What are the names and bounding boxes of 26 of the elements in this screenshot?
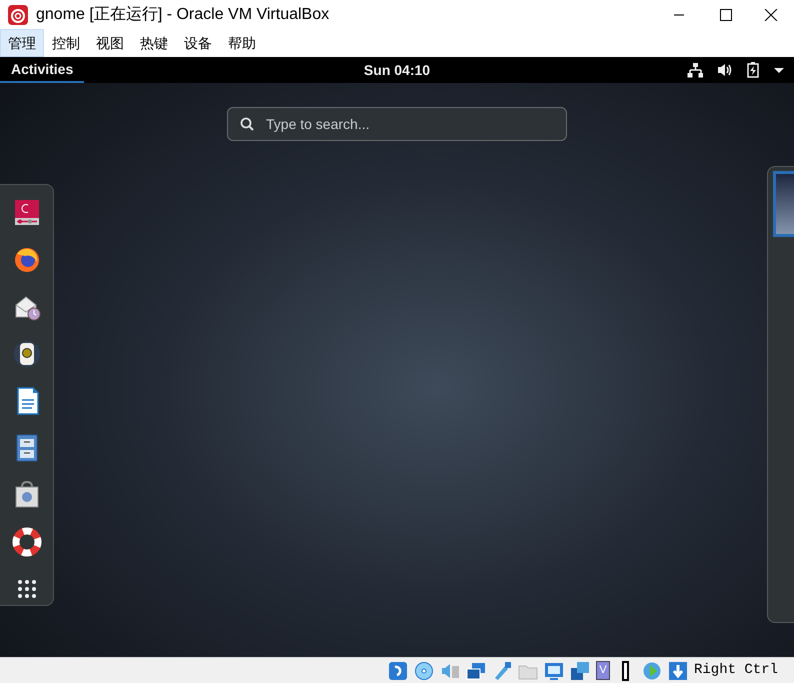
menu-item[interactable]: 帮助 [220, 29, 264, 57]
screen-capture-icon[interactable] [570, 660, 590, 680]
activities-button[interactable]: Activities [0, 57, 84, 83]
window-title: gnome [正在运行] - Oracle VM VirtualBox [36, 4, 330, 24]
menu-item[interactable]: 管理 [0, 29, 44, 57]
optical-disc-icon[interactable] [414, 660, 434, 680]
network-adapter-icon[interactable] [466, 660, 486, 680]
dropdown-caret-icon[interactable] [773, 66, 785, 74]
display-icon[interactable] [544, 660, 564, 680]
lifebuoy-launcher[interactable] [10, 525, 44, 558]
menu-item[interactable]: 设备 [176, 29, 220, 57]
maximize-icon [718, 8, 732, 20]
host-key-label: Right Ctrl [694, 661, 778, 680]
volume-icon[interactable] [717, 62, 733, 78]
clock[interactable]: Sun 04:10 [364, 57, 430, 83]
search-field[interactable]: Type to search... [227, 107, 567, 141]
lifebuoy-icon [10, 526, 42, 558]
network-icon[interactable] [687, 62, 703, 78]
menu-item[interactable]: 热键 [132, 29, 176, 57]
keyboard-capture-icon[interactable] [668, 660, 688, 680]
battery-icon[interactable] [747, 62, 759, 78]
close-icon [764, 8, 778, 20]
menu-item[interactable]: 控制 [44, 29, 88, 57]
app-logo-icon [8, 4, 28, 24]
workspace-thumbnail[interactable] [773, 171, 794, 237]
menu-item[interactable]: 视图 [88, 29, 132, 57]
